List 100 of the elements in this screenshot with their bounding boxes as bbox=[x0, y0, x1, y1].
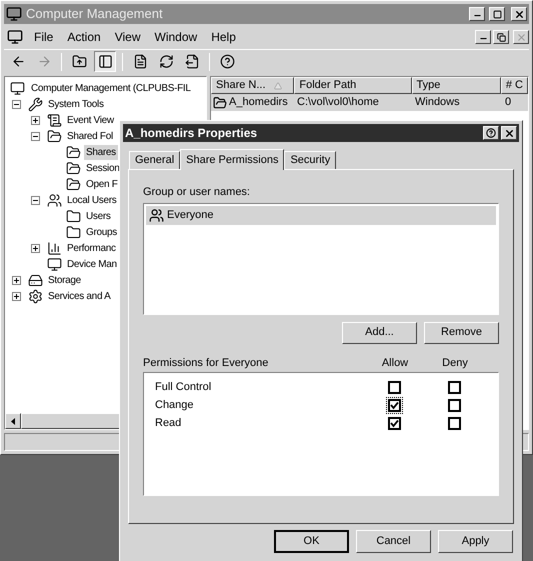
tree-item[interactable]: Local Users bbox=[65, 192, 118, 208]
column-header: Allow bbox=[380, 356, 410, 372]
user-item[interactable]: Everyone bbox=[146, 206, 496, 224]
checkbox[interactable] bbox=[388, 417, 400, 430]
forward-arrow-icon bbox=[36, 54, 52, 69]
tree-item[interactable]: System Tools bbox=[46, 96, 106, 112]
restore-button[interactable] bbox=[493, 30, 509, 44]
tree-item[interactable]: Computer Management (CLPUBS-FIL bbox=[29, 80, 193, 96]
tree-item[interactable]: Storage bbox=[46, 272, 83, 288]
collapse-icon[interactable] bbox=[31, 132, 40, 140]
tree-item[interactable]: Groups bbox=[84, 224, 119, 240]
folder-icon bbox=[66, 144, 81, 160]
tree-item[interactable]: Session bbox=[84, 160, 122, 176]
close-button[interactable] bbox=[501, 126, 517, 140]
folder-icon bbox=[66, 160, 81, 176]
expand-icon[interactable] bbox=[31, 244, 40, 252]
list-button[interactable]: Add... bbox=[342, 322, 417, 344]
left-arrow-icon[interactable] bbox=[11, 418, 15, 424]
permission-name: Read bbox=[154, 416, 182, 432]
permissions-label: Permissions for Everyone bbox=[143, 356, 270, 372]
collapse-icon[interactable] bbox=[31, 196, 40, 204]
folder-icon bbox=[66, 208, 81, 224]
restore-icon bbox=[496, 32, 506, 42]
menu-item[interactable]: Action bbox=[61, 28, 107, 46]
refresh-icon bbox=[158, 54, 174, 69]
collapse-icon[interactable] bbox=[12, 100, 21, 108]
menu-item[interactable]: View bbox=[108, 28, 146, 46]
tree-item[interactable]: Open F bbox=[84, 176, 120, 192]
expand-icon[interactable] bbox=[12, 276, 21, 284]
tree-item[interactable]: Device Man bbox=[65, 256, 119, 272]
folder-icon bbox=[66, 224, 81, 240]
close-button[interactable] bbox=[511, 7, 527, 21]
table-row[interactable]: A_homedirs C:\vol\vol0\home Windows 0 bbox=[211, 94, 528, 111]
tree-item[interactable]: Users bbox=[84, 208, 113, 224]
close-icon bbox=[516, 32, 526, 42]
dialog-button[interactable]: Apply bbox=[438, 530, 513, 553]
table-cell-text: A_homedirs bbox=[229, 95, 288, 110]
menu-item[interactable]: File bbox=[28, 28, 60, 46]
tree-item[interactable]: Services and A bbox=[46, 288, 113, 304]
menu-item[interactable]: Help bbox=[205, 28, 242, 46]
table-cell-text: C:\vol\vol0\home bbox=[297, 95, 379, 110]
dialog-button[interactable]: OK bbox=[274, 530, 349, 553]
tree-item[interactable]: Event View bbox=[65, 112, 116, 128]
close-icon bbox=[504, 128, 514, 138]
tree-item[interactable]: Performanc bbox=[65, 240, 118, 256]
document-icon bbox=[132, 54, 148, 69]
minimize-button[interactable] bbox=[469, 7, 485, 21]
close-icon bbox=[514, 8, 524, 20]
group-label: Group or user names: bbox=[143, 185, 251, 200]
export-icon bbox=[184, 54, 200, 69]
column-header[interactable]: Type bbox=[412, 77, 501, 94]
table-cell-text: Windows bbox=[415, 95, 460, 110]
checkbox[interactable] bbox=[448, 417, 460, 430]
tree-item[interactable]: Shared Fol bbox=[65, 128, 115, 144]
checkbox[interactable] bbox=[388, 399, 400, 412]
help-icon bbox=[486, 128, 496, 138]
computer-icon bbox=[6, 6, 22, 22]
tree-item[interactable]: Shares bbox=[84, 144, 118, 160]
toolbar-button[interactable] bbox=[94, 51, 116, 72]
tab[interactable]: Share Permissions bbox=[180, 149, 284, 170]
permission-name: Change bbox=[154, 398, 195, 414]
list-button[interactable]: Remove bbox=[424, 322, 499, 344]
minimize-button[interactable] bbox=[475, 30, 491, 44]
checkbox[interactable] bbox=[448, 399, 460, 412]
scroll-icon bbox=[47, 112, 62, 128]
expand-icon[interactable] bbox=[12, 292, 21, 300]
maximize-button[interactable] bbox=[489, 7, 505, 21]
column-header[interactable]: # C bbox=[500, 77, 528, 94]
checkbox[interactable] bbox=[448, 381, 460, 394]
checkbox[interactable] bbox=[388, 381, 400, 394]
computer-icon[interactable] bbox=[7, 29, 23, 45]
wrench-icon bbox=[28, 96, 43, 112]
folder-icon bbox=[66, 176, 81, 192]
permission-name: Full Control bbox=[154, 380, 212, 396]
column-header[interactable]: Folder Path bbox=[294, 77, 412, 94]
computer-icon bbox=[10, 80, 25, 96]
dialog-title: A_homedirs Properties bbox=[125, 125, 258, 142]
table-cell-text: 0 bbox=[505, 95, 512, 110]
column-header[interactable]: Share N... bbox=[211, 77, 294, 94]
window-title: Computer Management bbox=[26, 5, 164, 24]
chart-icon bbox=[47, 240, 62, 256]
tab[interactable]: Security bbox=[284, 151, 336, 169]
maximize-icon bbox=[492, 10, 502, 18]
expand-icon[interactable] bbox=[31, 116, 40, 124]
column-header: Deny bbox=[441, 356, 469, 372]
folder-up-icon bbox=[72, 54, 86, 69]
gear-icon bbox=[28, 288, 43, 304]
folder-icon bbox=[213, 96, 227, 110]
folder-icon bbox=[47, 128, 62, 144]
computer-icon bbox=[47, 256, 62, 272]
help-button[interactable] bbox=[483, 126, 499, 140]
drive-icon bbox=[28, 272, 43, 288]
dialog-button[interactable]: Cancel bbox=[356, 530, 431, 553]
menu-item[interactable]: Window bbox=[148, 28, 204, 46]
users-icon bbox=[149, 208, 164, 222]
tab[interactable]: General bbox=[129, 151, 180, 169]
sort-arrow-icon bbox=[274, 82, 282, 90]
panel-icon bbox=[98, 54, 112, 69]
users-icon bbox=[47, 192, 62, 208]
help-icon bbox=[220, 54, 234, 69]
